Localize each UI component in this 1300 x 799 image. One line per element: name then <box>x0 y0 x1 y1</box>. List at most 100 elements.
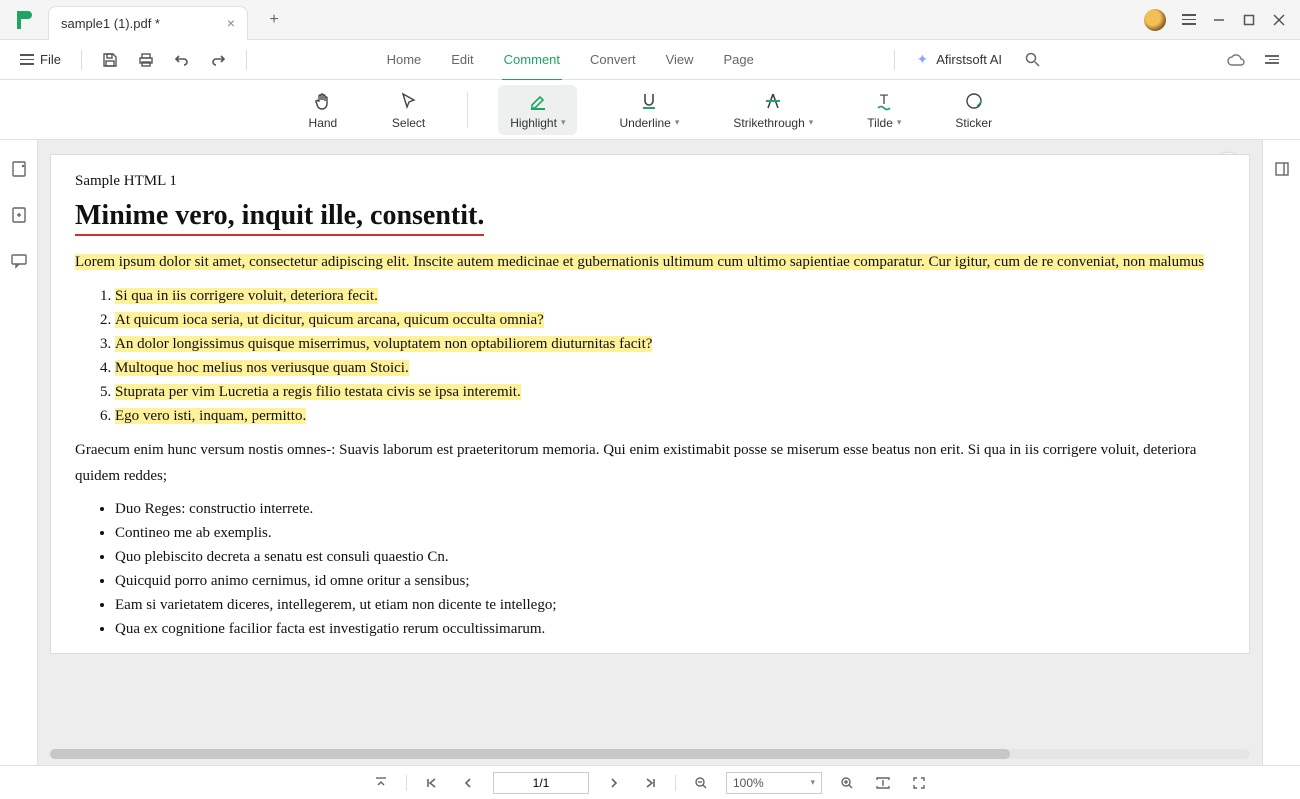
svg-text:T: T <box>880 91 889 107</box>
zoom-select[interactable]: 100% ▾ <box>726 772 822 794</box>
new-tab-button[interactable]: + <box>260 6 288 34</box>
zoom-in-icon[interactable] <box>836 772 858 794</box>
document-tab[interactable]: sample1 (1).pdf * × <box>48 6 248 40</box>
tool-label: Highlight <box>510 116 557 130</box>
dropdown-caret-icon[interactable]: ▾ <box>561 117 566 128</box>
tool-label: Select <box>392 116 425 130</box>
file-menu-button[interactable]: File <box>14 48 67 71</box>
tool-highlight[interactable]: Highlight ▾ <box>498 85 577 135</box>
comment-toolbar: Hand Select Highlight ▾ Underline ▾ Strike… <box>0 80 1300 140</box>
zoom-value: 100% <box>733 776 764 790</box>
tool-label: Hand <box>309 116 338 130</box>
tool-tilde[interactable]: T Tilde ▾ <box>855 85 913 135</box>
tilde-icon: T <box>873 90 895 112</box>
tool-underline[interactable]: Underline ▾ <box>607 85 691 135</box>
separator <box>675 775 676 791</box>
fit-width-icon[interactable] <box>872 772 894 794</box>
prev-page-icon[interactable] <box>457 772 479 794</box>
close-tab-icon[interactable]: × <box>227 15 235 31</box>
dropdown-caret-icon[interactable]: ▾ <box>809 117 814 128</box>
app-logo <box>12 7 38 33</box>
close-window-icon[interactable] <box>1264 5 1294 35</box>
separator <box>81 50 82 70</box>
list-item: Quo plebiscito decreta a senatu est cons… <box>115 545 1225 569</box>
tool-select[interactable]: Select <box>380 85 437 135</box>
minimize-icon[interactable] <box>1204 5 1234 35</box>
list-item: Contineo me ab exemplis. <box>115 521 1225 545</box>
last-page-icon[interactable] <box>639 772 661 794</box>
separator <box>406 775 407 791</box>
cloud-icon[interactable] <box>1222 46 1250 74</box>
tool-label: Tilde <box>867 116 893 130</box>
menu-convert[interactable]: Convert <box>588 48 638 71</box>
user-avatar[interactable] <box>1144 9 1166 31</box>
list-item: Si qua in iis corrigere voluit, deterior… <box>115 284 1225 308</box>
fullscreen-icon[interactable] <box>908 772 930 794</box>
ai-button[interactable]: ✦ Afirstsoft AI <box>909 47 1010 72</box>
right-panel-toggle-icon[interactable] <box>1271 158 1293 180</box>
doc-para1: Lorem ipsum dolor sit amet, consectetur … <box>75 252 1225 274</box>
tool-label: Underline <box>619 116 670 130</box>
menu-home[interactable]: Home <box>385 48 424 71</box>
dropdown-caret-icon: ▾ <box>810 777 815 788</box>
doc-ordered-list: Si qua in iis corrigere voluit, deterior… <box>115 284 1225 428</box>
zoom-out-icon[interactable] <box>690 772 712 794</box>
canvas: W Sample HTML 1 Minime vero, inquit ille… <box>38 140 1262 765</box>
maximize-icon[interactable] <box>1234 5 1264 35</box>
left-rail <box>0 140 38 765</box>
scroll-top-icon[interactable] <box>370 772 392 794</box>
right-rail <box>1262 140 1300 765</box>
list-item: Duo Reges: constructio interrete. <box>115 497 1225 521</box>
sticker-icon <box>963 90 985 112</box>
horizontal-scrollbar[interactable] <box>50 749 1250 759</box>
list-item: Ego vero isti, inquam, permitto. <box>115 404 1225 428</box>
menubar-tabs: Home Edit Comment Convert View Page <box>261 48 880 71</box>
hamburger-icon <box>20 54 34 65</box>
redo-icon[interactable] <box>204 46 232 74</box>
undo-icon[interactable] <box>168 46 196 74</box>
list-item: Eam si varietatem diceres, intellegerem,… <box>115 593 1225 617</box>
first-page-icon[interactable] <box>421 772 443 794</box>
menu-comment[interactable]: Comment <box>502 48 562 81</box>
statusbar: 100% ▾ <box>0 765 1300 799</box>
tool-strikethrough[interactable]: Strikethrough ▾ <box>721 85 825 135</box>
thumbnails-icon[interactable] <box>8 158 30 180</box>
dropdown-caret-icon[interactable]: ▾ <box>897 117 902 128</box>
strikethrough-icon <box>762 90 784 112</box>
tool-sticker[interactable]: Sticker <box>943 85 1004 135</box>
highlighter-icon <box>527 90 549 112</box>
comments-panel-icon[interactable] <box>8 250 30 272</box>
tool-label: Strikethrough <box>733 116 804 130</box>
next-page-icon[interactable] <box>603 772 625 794</box>
save-icon[interactable] <box>96 46 124 74</box>
doc-unordered-list: Duo Reges: constructio interrete. Contin… <box>115 497 1225 641</box>
sparkle-icon: ✦ <box>917 51 929 68</box>
panel-toggle-icon[interactable] <box>1258 46 1286 74</box>
titlebar: sample1 (1).pdf * × + <box>0 0 1300 40</box>
menu-edit[interactable]: Edit <box>449 48 475 71</box>
list-item: Qua ex cognitione facilior facta est inv… <box>115 617 1225 641</box>
page-number-input[interactable] <box>493 772 589 794</box>
scrollbar-thumb[interactable] <box>50 749 1010 759</box>
menu-view[interactable]: View <box>664 48 696 71</box>
tool-label: Sticker <box>955 116 992 130</box>
doc-heading: Minime vero, inquit ille, consentit. <box>75 200 484 236</box>
separator <box>246 50 247 70</box>
doc-para3: Me igitur ipsum ames oportet, non mea, s… <box>115 653 1225 654</box>
search-icon[interactable] <box>1018 46 1046 74</box>
tool-hand[interactable]: Hand <box>296 85 350 135</box>
doc-pretitle: Sample HTML 1 <box>75 173 1225 190</box>
menubar: File Home Edit Comment Convert View Page… <box>0 40 1300 80</box>
hamburger-menu-icon[interactable] <box>1174 5 1204 35</box>
menu-page[interactable]: Page <box>722 48 756 71</box>
bookmarks-icon[interactable] <box>8 204 30 226</box>
list-item: Quicquid porro animo cernimus, id omne o… <box>115 569 1225 593</box>
file-label: File <box>40 52 61 67</box>
underline-icon <box>638 90 660 112</box>
ai-label: Afirstsoft AI <box>936 52 1002 67</box>
dropdown-caret-icon[interactable]: ▾ <box>675 117 680 128</box>
print-icon[interactable] <box>132 46 160 74</box>
doc-para2a: Graecum enim hunc versum nostis omnes-: … <box>75 440 1225 462</box>
pdf-page[interactable]: Sample HTML 1 Minime vero, inquit ille, … <box>50 154 1250 654</box>
cursor-icon <box>398 90 420 112</box>
